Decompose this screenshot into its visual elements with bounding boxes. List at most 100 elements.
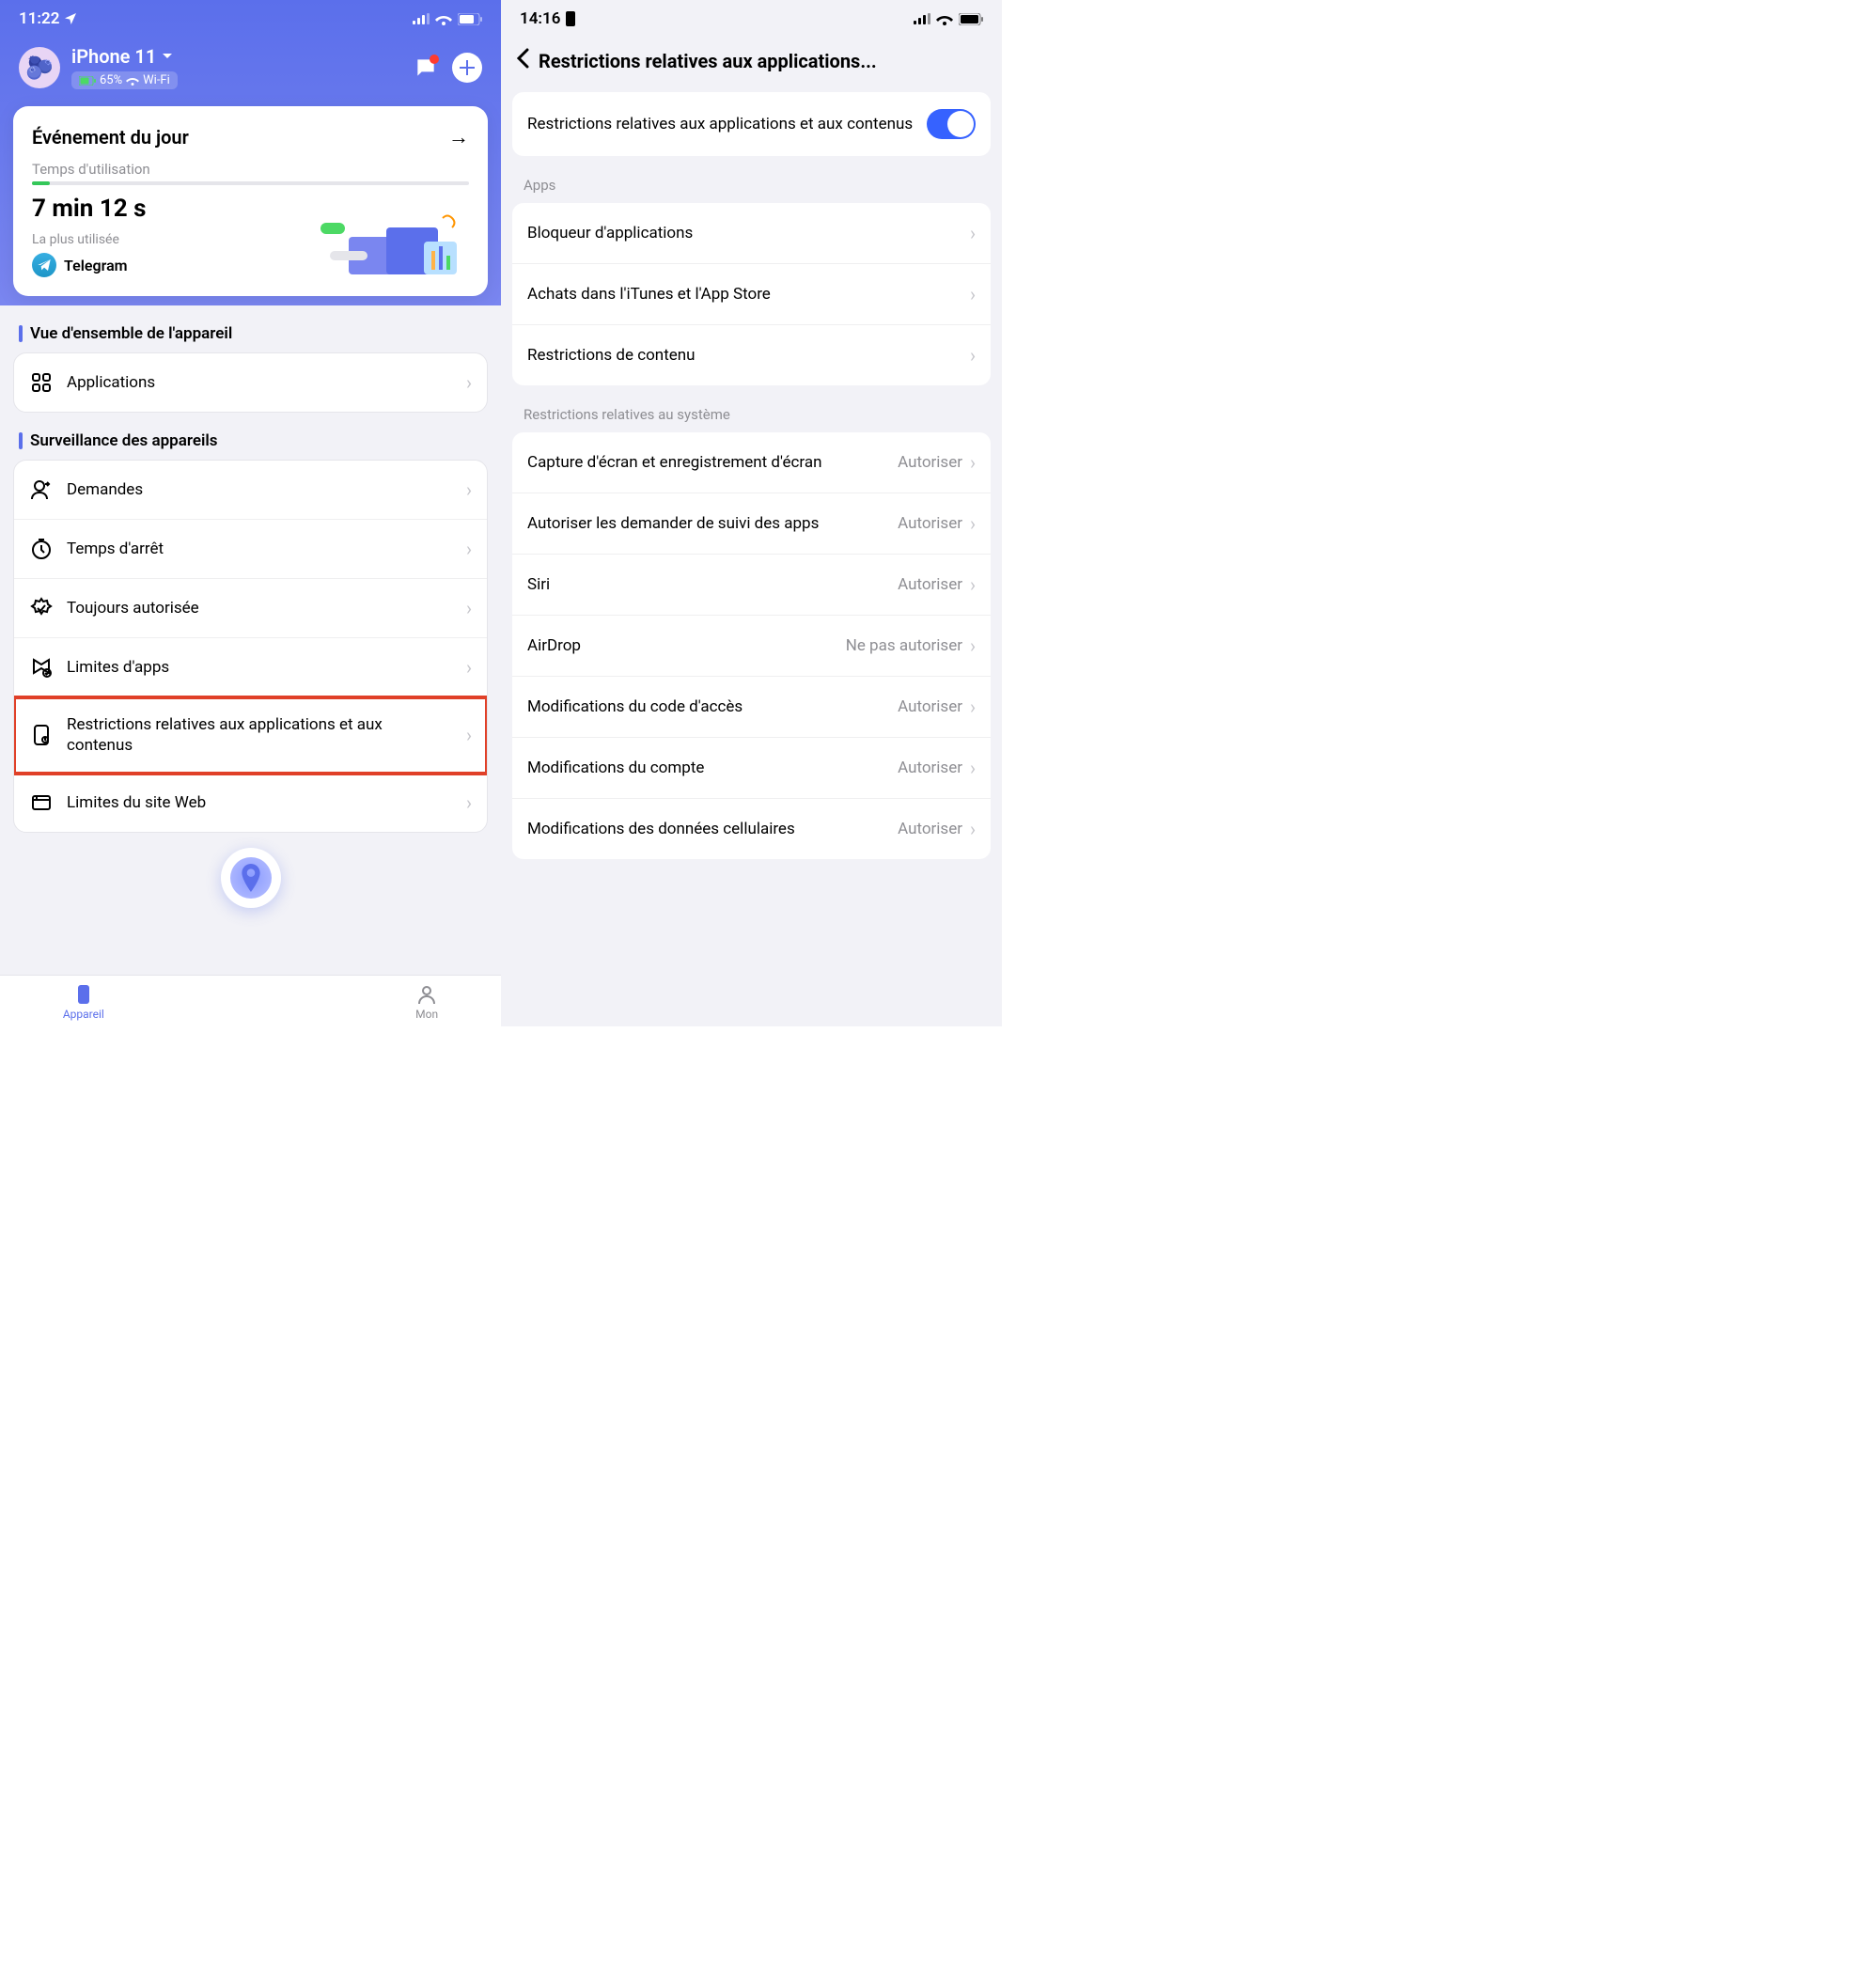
chevron-right-icon: › xyxy=(466,538,472,560)
row-label: Modifications du code d'accès xyxy=(527,696,898,717)
chevron-right-icon: › xyxy=(970,512,976,535)
section-overview: Vue d'ensemble de l'appareil xyxy=(0,305,501,352)
chevron-right-icon: › xyxy=(466,597,472,619)
row-label: Bloqueur d'applications xyxy=(527,223,970,243)
chevron-right-icon: › xyxy=(466,371,472,394)
monitoring-row[interactable]: Limites d'apps › xyxy=(14,638,487,697)
row-label: Modifications des données cellulaires xyxy=(527,819,898,839)
add-button[interactable] xyxy=(452,53,482,83)
restrictions-toggle[interactable] xyxy=(927,109,976,139)
row-value: Autoriser xyxy=(898,514,962,533)
monitoring-row[interactable]: Demandes › xyxy=(14,461,487,520)
apps-row[interactable]: Restrictions de contenu › xyxy=(512,325,991,385)
row-label: Autoriser les demander de suivi des apps xyxy=(527,513,898,534)
device-icon xyxy=(72,983,95,1006)
tab-my[interactable]: Mon xyxy=(415,983,438,1021)
battery-icon xyxy=(959,13,983,25)
row-label: AirDrop xyxy=(527,635,846,656)
chevron-right-icon: › xyxy=(970,283,976,305)
row-value: Autoriser xyxy=(898,759,962,777)
row-label: Limites du site Web xyxy=(67,792,453,813)
row-label: Restrictions relatives aux applications … xyxy=(67,714,453,756)
system-row[interactable]: Modifications du code d'accès Autoriser … xyxy=(512,677,991,738)
chevron-right-icon: › xyxy=(970,222,976,244)
row-label: Restrictions de contenu xyxy=(527,345,970,366)
row-icon xyxy=(29,596,54,620)
chevron-right-icon: › xyxy=(466,724,472,746)
chevron-right-icon: › xyxy=(970,696,976,718)
system-row[interactable]: AirDrop Ne pas autoriser › xyxy=(512,616,991,677)
row-label: Temps d'arrêt xyxy=(67,539,453,559)
row-icon xyxy=(29,790,54,815)
nav-header: Restrictions relatives aux applications.… xyxy=(501,34,1002,92)
row-icon xyxy=(29,477,54,502)
chevron-right-icon: › xyxy=(466,478,472,501)
device-name-dropdown[interactable]: iPhone 11 xyxy=(71,45,178,68)
caret-down-icon xyxy=(162,53,173,60)
avatar[interactable]: 🫐 xyxy=(19,47,60,88)
event-title: Événement du jour xyxy=(32,126,189,149)
event-card[interactable]: Événement du jour → Temps d'utilisation … xyxy=(13,106,488,296)
row-icon xyxy=(29,655,54,680)
telegram-icon xyxy=(32,253,56,277)
row-label: Achats dans l'iTunes et l'App Store xyxy=(527,284,970,305)
wifi-icon xyxy=(936,13,953,25)
row-icon xyxy=(29,723,54,747)
row-label: Modifications du compte xyxy=(527,758,898,778)
signal-icon xyxy=(914,13,930,24)
row-value: Ne pas autoriser xyxy=(846,636,962,655)
system-row[interactable]: Siri Autoriser › xyxy=(512,555,991,616)
chevron-right-icon: › xyxy=(970,757,976,779)
system-row[interactable]: Modifications des données cellulaires Au… xyxy=(512,799,991,859)
row-label: Capture d'écran et enregistrement d'écra… xyxy=(527,452,898,473)
system-row[interactable]: Modifications du compte Autoriser › xyxy=(512,738,991,799)
usage-label: Temps d'utilisation xyxy=(32,161,469,178)
chevron-right-icon: › xyxy=(970,818,976,840)
wifi-small-icon xyxy=(126,75,139,86)
row-icon xyxy=(29,537,54,561)
pin-icon xyxy=(239,864,263,892)
chevron-left-icon xyxy=(516,48,529,69)
battery-small-icon xyxy=(79,76,96,86)
row-value: Autoriser xyxy=(898,453,962,472)
tab-bar: Appareil Mon xyxy=(0,975,501,1026)
monitoring-row[interactable]: Temps d'arrêt › xyxy=(14,520,487,579)
system-row[interactable]: Autoriser les demander de suivi des apps… xyxy=(512,493,991,555)
battery-icon xyxy=(458,13,482,25)
location-fab[interactable] xyxy=(221,848,281,908)
restrictions-toggle-row: Restrictions relatives aux applications … xyxy=(512,92,991,156)
status-bar: 14:16 xyxy=(501,0,1002,34)
notification-badge xyxy=(430,55,439,64)
usage-progress xyxy=(32,181,469,185)
signal-icon xyxy=(413,13,430,24)
row-label: Limites d'apps xyxy=(67,657,453,678)
person-icon xyxy=(415,983,438,1006)
row-label: Demandes xyxy=(67,479,453,500)
chevron-right-icon: › xyxy=(970,344,976,367)
tab-device[interactable]: Appareil xyxy=(63,983,104,1021)
profile-header: 🫐 iPhone 11 65% Wi-Fi xyxy=(0,34,501,106)
apps-row[interactable]: Bloqueur d'applications › xyxy=(512,203,991,264)
plus-icon xyxy=(460,60,475,75)
chat-button[interactable] xyxy=(411,53,441,83)
monitoring-row[interactable]: Limites du site Web › xyxy=(14,774,487,832)
back-button[interactable] xyxy=(516,47,529,75)
monitoring-row[interactable]: Restrictions relatives aux applications … xyxy=(14,697,487,774)
status-time: 11:22 xyxy=(19,9,59,28)
status-bar: 11:22 xyxy=(0,0,501,34)
page-title: Restrictions relatives aux applications.… xyxy=(539,50,877,72)
chevron-right-icon: › xyxy=(970,573,976,596)
arrow-right-icon: → xyxy=(448,125,469,149)
monitoring-row[interactable]: Toujours autorisée › xyxy=(14,579,487,638)
section-monitoring: Surveillance des appareils xyxy=(0,413,501,460)
row-label: Siri xyxy=(527,574,898,595)
location-icon xyxy=(63,11,78,26)
illustration xyxy=(320,213,471,279)
applications-row[interactable]: Applications › xyxy=(14,353,487,412)
apps-row[interactable]: Achats dans l'iTunes et l'App Store › xyxy=(512,264,991,325)
group-system: Restrictions relatives au système xyxy=(501,399,1002,432)
chevron-right-icon: › xyxy=(466,656,472,679)
system-row[interactable]: Capture d'écran et enregistrement d'écra… xyxy=(512,432,991,493)
row-label: Toujours autorisée xyxy=(67,598,453,618)
device-status: 65% Wi-Fi xyxy=(71,71,178,89)
